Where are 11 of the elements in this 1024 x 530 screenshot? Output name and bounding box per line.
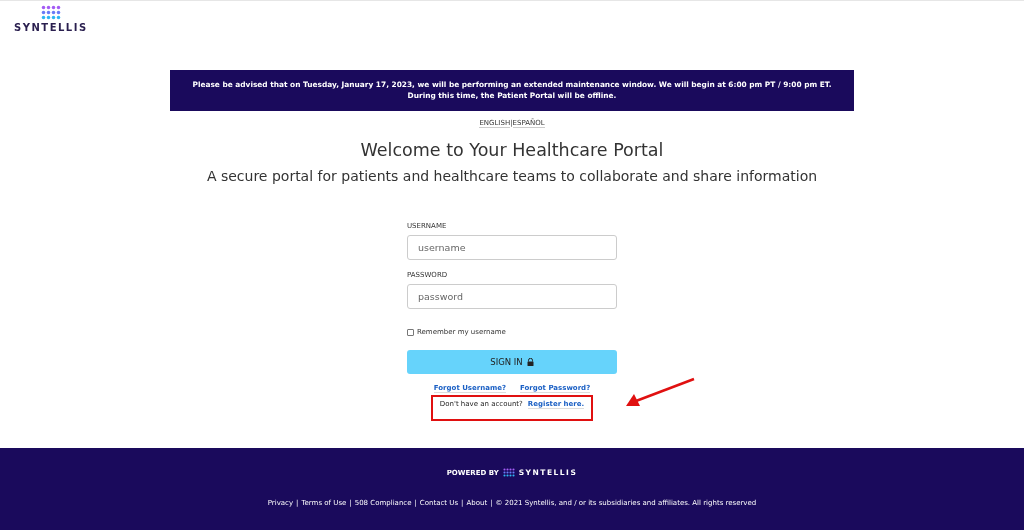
username-field[interactable]: username <box>407 235 617 261</box>
dot-grid-logo-icon <box>40 5 61 20</box>
lock-icon <box>526 358 534 367</box>
password-field[interactable]: password <box>407 284 617 310</box>
logo-text: SYNTELLIS <box>14 22 88 33</box>
dot-grid-logo-icon <box>502 468 515 477</box>
sign-in-button[interactable]: SIGN IN <box>407 350 617 375</box>
checkbox[interactable] <box>407 328 414 336</box>
page-title: Welcome to Your Healthcare Portal <box>360 140 664 161</box>
annotation-arrow <box>624 377 696 409</box>
page-subtitle: A secure portal for patients and healthcare teams to collaborate and share information <box>206 168 818 185</box>
